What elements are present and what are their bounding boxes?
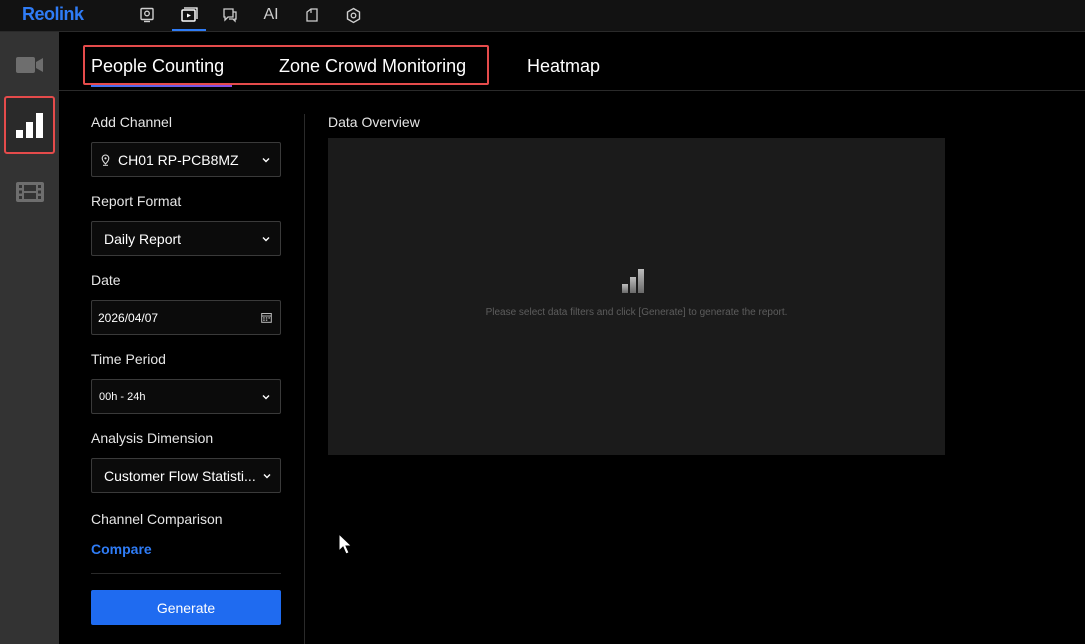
chevron-down-icon — [262, 235, 270, 243]
report-format-select[interactable]: Daily Report — [91, 221, 281, 256]
location-pin-icon — [101, 153, 111, 166]
analysis-dimension-select[interactable]: Customer Flow Statisti... — [91, 458, 281, 493]
file-icon[interactable] — [303, 6, 321, 24]
compare-link[interactable]: Compare — [91, 541, 152, 557]
date-value: 2026/04/07 — [98, 310, 159, 325]
panel-separator — [304, 114, 305, 644]
empty-state-message: Please select data filters and click [Ge… — [485, 307, 788, 318]
add-channel-value: CH01 RP-PCB8MZ — [118, 151, 239, 168]
bar-chart-icon — [15, 113, 43, 138]
report-format-value: Daily Report — [104, 230, 182, 247]
chevron-down-icon — [263, 472, 271, 480]
report-format-label: Report Format — [91, 193, 182, 209]
generate-button[interactable]: Generate — [91, 590, 281, 625]
time-period-select[interactable]: 00h - 24h — [91, 379, 281, 414]
left-sidebar — [0, 32, 59, 644]
analysis-dimension-label: Analysis Dimension — [91, 430, 214, 446]
time-period-label: Time Period — [91, 351, 166, 367]
playback-icon[interactable] — [172, 6, 206, 31]
data-overview-panel: Please select data filters and click [Ge… — [328, 138, 945, 455]
tab-heatmap[interactable]: Heatmap — [527, 56, 600, 77]
calendar-icon[interactable] — [261, 312, 272, 323]
video-nav-item[interactable] — [4, 36, 55, 94]
analytics-nav-item[interactable] — [4, 96, 55, 154]
chevron-down-icon — [262, 156, 270, 164]
date-input[interactable]: 2026/04/07 — [91, 300, 281, 335]
film-nav-item[interactable] — [4, 163, 55, 221]
tab-highlight-box — [83, 45, 489, 85]
add-channel-select[interactable]: CH01 RP-PCB8MZ — [91, 142, 281, 177]
chevron-down-icon — [262, 393, 270, 401]
reolink-logo: Reolink — [22, 4, 84, 24]
add-channel-label: Add Channel — [91, 114, 172, 130]
settings-icon[interactable] — [344, 6, 362, 24]
analysis-dimension-value: Customer Flow Statisti... — [104, 467, 256, 484]
preview-icon[interactable] — [138, 6, 156, 24]
video-camera-icon — [15, 57, 43, 73]
channel-comparison-label: Channel Comparison — [91, 511, 223, 527]
time-period-value: 00h - 24h — [99, 390, 146, 403]
date-label: Date — [91, 272, 121, 288]
message-icon[interactable] — [221, 6, 239, 24]
mouse-cursor-icon — [338, 532, 353, 560]
ai-icon[interactable]: AI — [262, 6, 280, 24]
filter-divider — [91, 573, 281, 574]
film-icon — [15, 182, 44, 202]
data-overview-title: Data Overview — [328, 114, 420, 130]
top-bar: Reolink AI — [0, 0, 1085, 32]
empty-chart-icon — [621, 268, 651, 299]
